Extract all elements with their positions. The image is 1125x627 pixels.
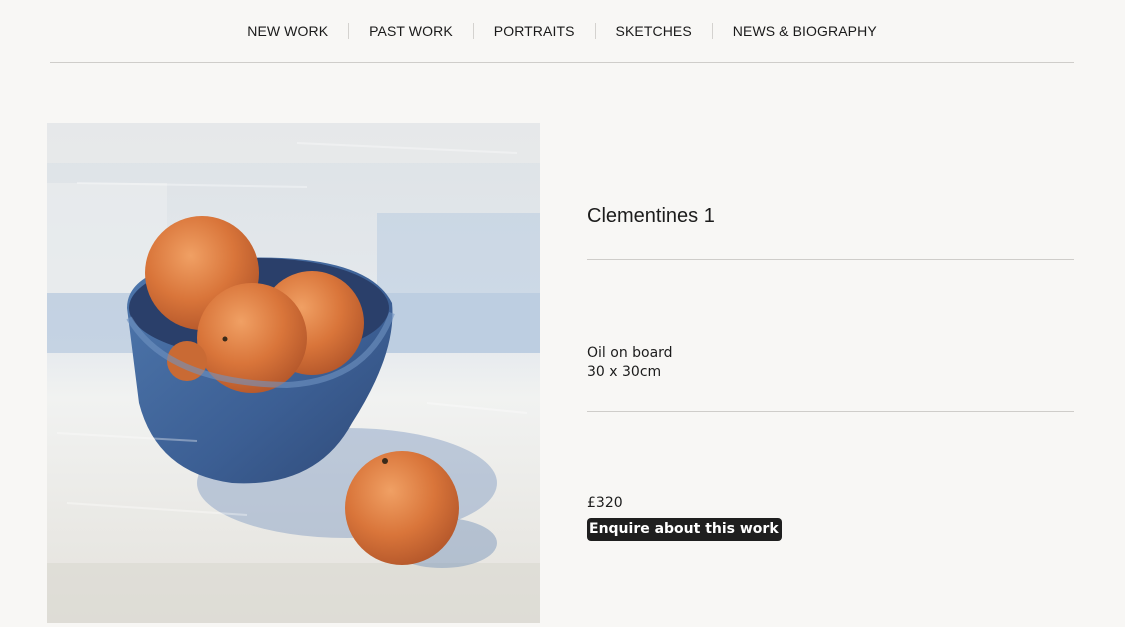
enquire-button[interactable]: Enquire about this work: [587, 518, 782, 541]
divider: [587, 259, 1074, 260]
artwork-dimensions: 30 x 30cm: [587, 364, 662, 380]
artwork-image[interactable]: [47, 123, 540, 623]
divider: [587, 411, 1074, 412]
artwork-medium: Oil on board: [587, 345, 673, 361]
painting-clementines: [47, 123, 540, 623]
artwork-meta: Oil on board 30 x 30cm: [587, 344, 673, 382]
artwork-details: Clementines 1 Oil on board 30 x 30cm £32…: [587, 0, 1074, 627]
artwork-price: £320: [587, 495, 623, 511]
nav-item-new-work[interactable]: NEW WORK: [227, 23, 348, 39]
artwork-title: Clementines 1: [587, 205, 715, 227]
nav-item-past-work[interactable]: PAST WORK: [348, 23, 473, 39]
nav-item-portraits[interactable]: PORTRAITS: [472, 23, 595, 39]
